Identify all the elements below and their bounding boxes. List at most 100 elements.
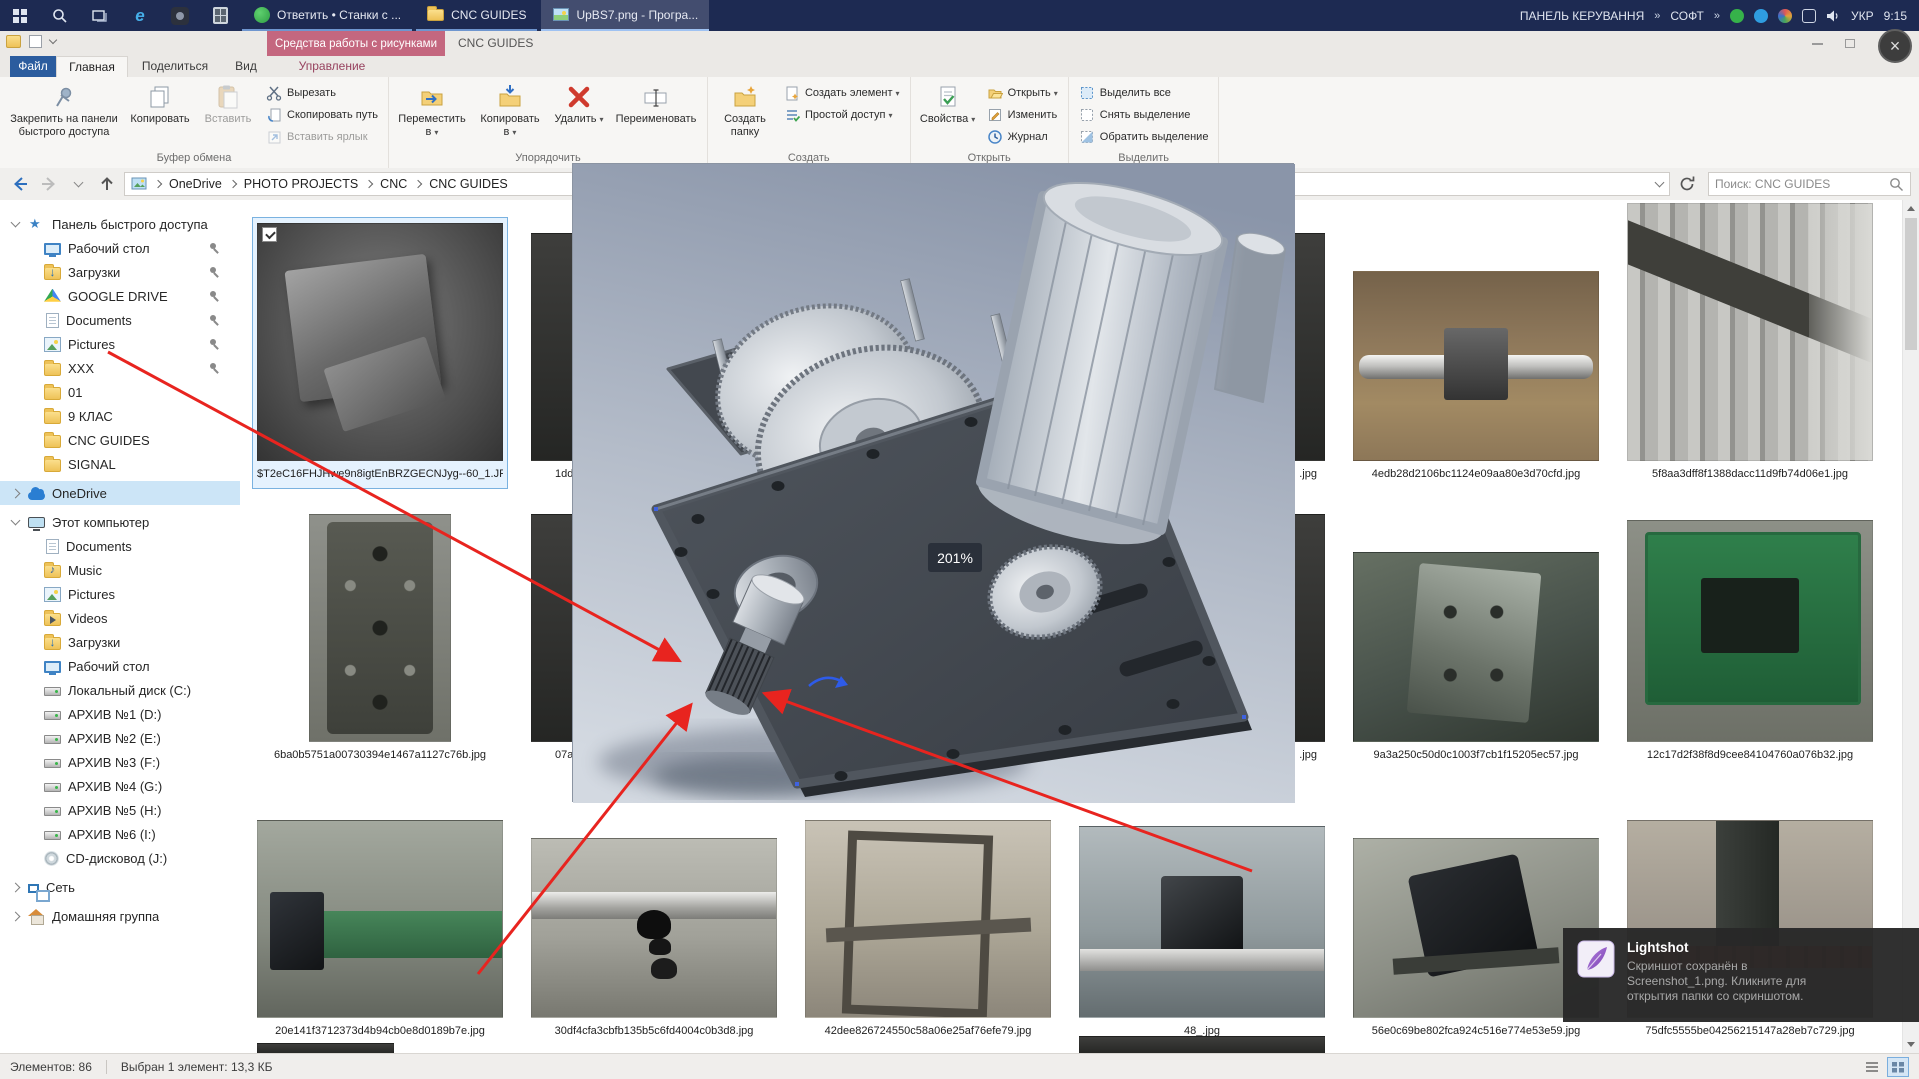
tab-share[interactable]: Поделиться (128, 56, 222, 77)
sidebar-item-documents[interactable]: Documents (0, 308, 240, 332)
up-button[interactable] (95, 172, 119, 196)
copy-button[interactable]: Копировать (125, 80, 195, 129)
sidebar-item-локальный-диск-c[interactable]: Локальный диск (C:) (0, 678, 240, 702)
tab-view[interactable]: Вид (222, 56, 270, 77)
taskbar-window-explorer[interactable]: CNC GUIDES (416, 0, 538, 31)
breadcrumb-cnc-guides[interactable]: CNC GUIDES (429, 177, 507, 191)
qat-properties-icon[interactable] (29, 35, 42, 48)
copy-path-button[interactable]: Скопировать путь (261, 104, 383, 126)
toolbar-control-panel[interactable]: ПАНЕЛЬ КЕРУВАННЯ (1520, 9, 1644, 23)
search-box[interactable] (1708, 172, 1911, 196)
minimize-button[interactable] (1812, 42, 1823, 45)
sidebar-item-архив-1-d[interactable]: АРХИВ №1 (D:) (0, 702, 240, 726)
file-thumbnail[interactable] (1079, 826, 1325, 1018)
toolbar-overflow-chevron[interactable]: » (1654, 10, 1660, 22)
sidebar-item-загрузки[interactable]: Загрузки (0, 630, 240, 654)
sidebar-item-videos[interactable]: Videos (0, 606, 240, 630)
taskbar-window-image-viewer[interactable]: UpBS7.png - Програ... (541, 0, 710, 31)
rename-button[interactable]: Переименовать (610, 80, 702, 129)
scroll-down-arrow-icon[interactable] (1903, 1036, 1919, 1053)
file-thumbnail[interactable] (1627, 520, 1873, 742)
sidebar-item-рабочий-стол[interactable]: Рабочий стол (0, 654, 240, 678)
history-button[interactable]: Журнал (982, 126, 1063, 148)
breadcrumb-onedrive[interactable]: OneDrive (169, 177, 222, 191)
sidebar-item-cnc-guides[interactable]: CNC GUIDES (0, 428, 240, 452)
sidebar-item-архив-4-g[interactable]: АРХИВ №4 (G:) (0, 774, 240, 798)
tray-green-icon[interactable] (1730, 8, 1745, 23)
breadcrumb-photo-projects[interactable]: PHOTO PROJECTS (244, 177, 358, 191)
sidebar-item-архив-2-e[interactable]: АРХИВ №2 (E:) (0, 726, 240, 750)
pin-to-quick-access-button[interactable]: Закрепить на панели быстрого доступа (5, 80, 123, 141)
select-all-button[interactable]: Выделить все (1074, 82, 1214, 104)
sidebar-item-рабочий-стол[interactable]: Рабочий стол (0, 236, 240, 260)
file-thumbnail[interactable] (531, 838, 777, 1018)
sidebar-section-onedrive[interactable]: OneDrive (0, 481, 240, 505)
clock[interactable]: 9:15 (1884, 9, 1907, 23)
sidebar-item-xxx[interactable]: XXX (0, 356, 240, 380)
tray-blue-icon[interactable] (1754, 8, 1769, 23)
taskbar-window-chat[interactable]: Ответить • Станки с ... (242, 0, 413, 31)
properties-button[interactable]: Свойства (916, 80, 980, 130)
large-icons-view-button[interactable] (1887, 1056, 1909, 1077)
delete-button[interactable]: Удалить (550, 80, 608, 130)
refresh-button[interactable] (1675, 172, 1699, 196)
forward-button[interactable] (37, 172, 61, 196)
scroll-up-arrow-icon[interactable] (1903, 200, 1919, 217)
search-icon[interactable] (1889, 177, 1904, 192)
file-thumbnail[interactable] (309, 514, 451, 742)
paste-shortcut-button[interactable]: Вставить ярлык (261, 126, 383, 148)
tray-color-icon[interactable] (1778, 8, 1793, 23)
file-thumbnail[interactable] (257, 223, 503, 461)
file-thumbnail[interactable] (805, 820, 1051, 1018)
edit-button[interactable]: Изменить (982, 104, 1063, 126)
back-button[interactable] (8, 172, 32, 196)
tab-home[interactable]: Главная (56, 56, 128, 77)
paste-button[interactable]: Вставить (197, 80, 259, 129)
sidebar-section-этот-компьютер[interactable]: Этот компьютер (0, 510, 240, 534)
toolbar-soft[interactable]: СОФТ (1670, 9, 1704, 23)
speaker-icon[interactable] (1826, 9, 1841, 23)
image-viewer-overlay[interactable]: 201% (572, 163, 1295, 803)
close-screenshot-button[interactable]: × (1878, 29, 1912, 63)
file-thumbnail[interactable] (1353, 552, 1599, 742)
new-item-button[interactable]: Создать элемент (779, 82, 905, 104)
tab-manage[interactable]: Управление (282, 56, 382, 77)
qat-customize-caret-icon[interactable] (48, 35, 58, 45)
details-view-button[interactable] (1861, 1057, 1883, 1077)
vertical-scrollbar[interactable] (1902, 200, 1919, 1053)
maximize-button[interactable] (1845, 39, 1855, 48)
sidebar-item-архив-3-f[interactable]: АРХИВ №3 (F:) (0, 750, 240, 774)
easy-access-button[interactable]: Простой доступ (779, 104, 905, 126)
invert-selection-button[interactable]: Обратить выделение (1074, 126, 1214, 148)
task-view-button[interactable] (80, 0, 120, 31)
breadcrumb-cnc[interactable]: CNC (380, 177, 407, 191)
taskbar-search-button[interactable] (40, 0, 80, 31)
file-thumbnail[interactable] (1627, 203, 1873, 461)
sidebar-section-сеть[interactable]: Сеть (0, 875, 240, 902)
tray-outline-icon[interactable] (1802, 8, 1817, 23)
sidebar-item-9-клас[interactable]: 9 КЛАС (0, 404, 240, 428)
select-none-button[interactable]: Снять выделение (1074, 104, 1214, 126)
file-thumbnail[interactable] (1353, 271, 1599, 461)
cut-button[interactable]: Вырезать (261, 82, 383, 104)
file-thumbnail[interactable] (257, 820, 503, 1018)
sidebar-item-архив-6-i[interactable]: АРХИВ №6 (I:) (0, 822, 240, 846)
sidebar-item-cd-дисковод-j[interactable]: CD-дисковод (J:) (0, 846, 240, 870)
sidebar-item-архив-5-h[interactable]: АРХИВ №5 (H:) (0, 798, 240, 822)
sidebar-item-documents[interactable]: Documents (0, 534, 240, 558)
toolbar-overflow-chevron[interactable]: » (1714, 10, 1720, 22)
sidebar-item-pictures[interactable]: Pictures (0, 582, 240, 606)
scrollbar-thumb[interactable] (1905, 218, 1917, 350)
sidebar-item-google-drive[interactable]: GOOGLE DRIVE (0, 284, 240, 308)
copy-to-button[interactable]: Копировать в (472, 80, 548, 142)
sidebar-item-загрузки[interactable]: Загрузки (0, 260, 240, 284)
search-input[interactable] (1715, 177, 1889, 191)
recent-locations-button[interactable] (66, 172, 90, 196)
open-button[interactable]: Открыть (982, 82, 1063, 104)
sidebar-section-домашняя-группа[interactable]: Домашняя группа (0, 904, 240, 928)
language-indicator[interactable]: УКР (1851, 9, 1874, 23)
checkbox[interactable] (262, 227, 277, 242)
move-to-button[interactable]: Переместить в (394, 80, 470, 142)
edge-taskbar-button[interactable]: e (120, 0, 160, 31)
sidebar-section-панель-быстрого-доступа[interactable]: Панель быстрого доступа (0, 212, 240, 236)
